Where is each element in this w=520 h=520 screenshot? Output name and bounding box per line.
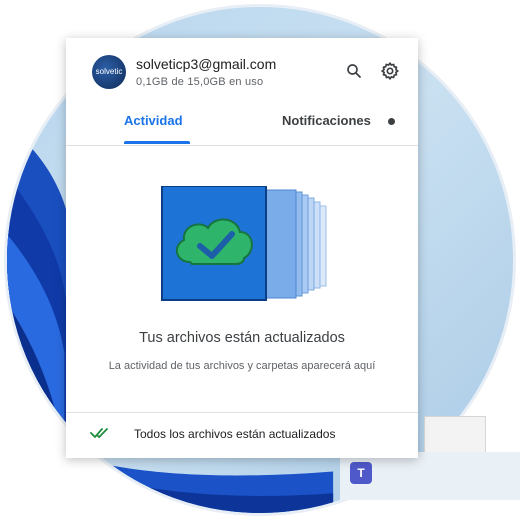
avatar[interactable]: solvetic bbox=[92, 55, 126, 89]
active-tab-indicator bbox=[124, 141, 190, 144]
teams-taskbar-icon[interactable]: T bbox=[350, 462, 372, 484]
settings-button[interactable] bbox=[377, 58, 403, 84]
tab-actividad[interactable]: Actividad bbox=[124, 113, 183, 128]
account-email: solveticp3@gmail.com bbox=[136, 56, 277, 72]
notification-dot bbox=[388, 118, 395, 125]
sync-status-text: Todos los archivos están actualizados bbox=[134, 427, 336, 441]
tab-notificaciones[interactable]: Notificaciones bbox=[282, 113, 371, 128]
double-check-icon bbox=[90, 428, 108, 438]
avatar-label: solvetic bbox=[95, 67, 123, 76]
synced-folders-illustration bbox=[161, 186, 327, 301]
empty-state-title: Tus archivos están actualizados bbox=[139, 330, 345, 346]
drive-activity-panel: solvetic solveticp3@gmail.com 0,1GB de 1… bbox=[66, 38, 418, 458]
tabs-divider bbox=[66, 145, 418, 146]
search-icon bbox=[347, 64, 361, 78]
storage-usage: 0,1GB de 15,0GB en uso bbox=[136, 76, 264, 88]
empty-state-subtitle: La actividad de tus archivos y carpetas … bbox=[108, 360, 376, 372]
gear-icon bbox=[381, 62, 399, 80]
search-button[interactable] bbox=[341, 58, 367, 84]
footer-divider bbox=[66, 412, 418, 413]
